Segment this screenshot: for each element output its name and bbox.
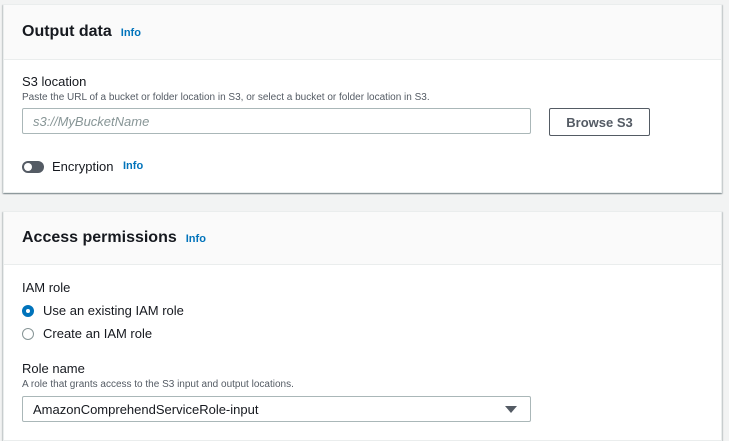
encryption-label: Encryption [52, 159, 114, 174]
radio-button-checked[interactable] [22, 304, 34, 317]
output-data-title: Output data [22, 23, 112, 40]
role-name-description: A role that grants access to the S3 inpu… [22, 379, 294, 390]
access-permissions-header: Access permissions Info [4, 212, 721, 265]
browse-s3-button[interactable]: Browse S3 [549, 108, 650, 136]
radio-button-unchecked[interactable] [22, 327, 34, 340]
access-permissions-panel: Access permissions Info IAM role Use an … [3, 211, 722, 441]
role-name-selected-value: AmazonComprehendServiceRole-input [33, 401, 259, 417]
s3-location-input[interactable]: s3://MyBucketName [22, 108, 531, 134]
encryption-toggle-knob [24, 163, 32, 171]
radio-use-existing-role[interactable]: Use an existing IAM role [22, 303, 184, 318]
access-permissions-title: Access permissions [22, 229, 177, 246]
output-data-info-link[interactable]: Info [121, 27, 141, 39]
iam-role-label: IAM role [22, 280, 71, 295]
encryption-info-link[interactable]: Info [123, 160, 143, 172]
role-name-select[interactable]: AmazonComprehendServiceRole-input [22, 396, 531, 422]
radio-label-create-role: Create an IAM role [43, 326, 153, 341]
access-permissions-info-link[interactable]: Info [186, 233, 206, 245]
role-name-label: Role name [22, 361, 85, 376]
output-data-header: Output data Info [4, 5, 721, 60]
output-data-panel: Output data Info S3 location Paste the U… [3, 4, 722, 193]
radio-label-use-existing: Use an existing IAM role [43, 303, 184, 318]
s3-location-label: S3 location [22, 74, 87, 89]
encryption-toggle[interactable] [22, 161, 44, 173]
caret-down-icon [505, 405, 517, 413]
s3-location-description: Paste the URL of a bucket or folder loca… [22, 92, 430, 103]
s3-location-placeholder: s3://MyBucketName [33, 113, 150, 129]
radio-create-role[interactable]: Create an IAM role [22, 326, 152, 341]
